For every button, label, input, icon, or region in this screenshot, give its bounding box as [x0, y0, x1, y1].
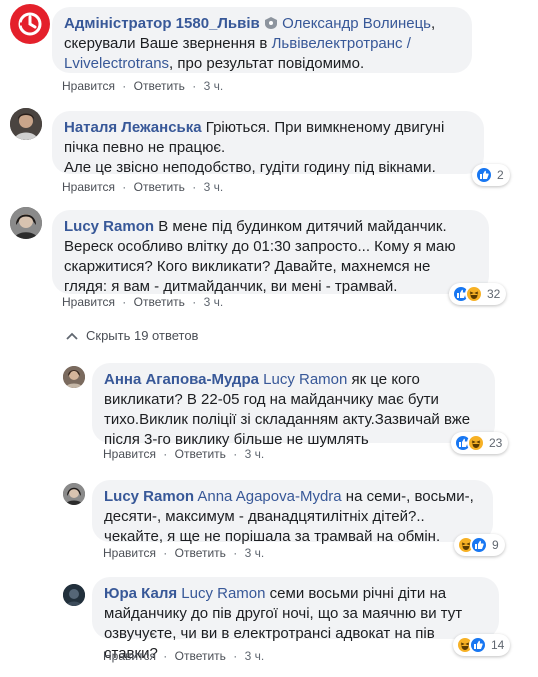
reply-link[interactable]: Ответить: [134, 78, 185, 94]
reply-link[interactable]: Ответить: [175, 446, 226, 462]
timestamp[interactable]: 3 ч.: [245, 446, 265, 462]
comment-bubble: Адміністратор 1580_Львів Олександр Волин…: [52, 7, 472, 73]
person-photo-icon: [10, 108, 42, 140]
timestamp[interactable]: 3 ч.: [245, 648, 265, 664]
hide-replies-button[interactable]: Скрыть 19 ответов: [66, 328, 198, 343]
like-link[interactable]: Нравится: [103, 648, 156, 664]
haha-reaction-icon: [465, 285, 483, 303]
reply-actions: Нравится · Ответить · 3 ч.: [103, 648, 264, 664]
comment-bubble: Lucy Ramon В мене під будинком дитячий м…: [52, 210, 489, 295]
like-reaction-icon: [470, 536, 488, 554]
separator: ·: [233, 546, 238, 560]
reactions-badge[interactable]: 23: [451, 432, 509, 454]
avatar-natalia[interactable]: [10, 108, 42, 140]
separator: ·: [192, 295, 197, 309]
separator: ·: [233, 447, 238, 461]
reaction-count: 14: [491, 638, 505, 652]
reactions-badge[interactable]: 14: [453, 634, 511, 656]
reply-author[interactable]: Lucy Ramon: [104, 488, 194, 505]
reactions-badge[interactable]: 32: [449, 283, 507, 305]
comment-mention[interactable]: Олександр Волинець: [282, 15, 431, 32]
like-link[interactable]: Нравится: [62, 179, 115, 195]
reply-author[interactable]: Анна Агапова-Мудра: [104, 371, 259, 388]
comment-text-end: , про результат повідомимо.: [169, 55, 365, 72]
separator: ·: [192, 180, 197, 194]
reply-mention[interactable]: Anna Agapova-Mydra: [197, 488, 341, 505]
reply-mention[interactable]: Lucy Ramon: [263, 371, 347, 388]
comment-bubble: Наталя Лежанська Гріються. При вимкненом…: [52, 111, 484, 176]
comment-actions: Нравится · Ответить · 3 ч.: [62, 78, 223, 94]
reply-bubble: Анна Агапова-Мудра Lucy Ramon як це кого…: [92, 363, 495, 448]
reply-bubble: Lucy Ramon Anna Agapova-Mydra на семи-, …: [92, 480, 493, 545]
comment-author[interactable]: Адміністратор 1580_Львів: [64, 15, 260, 32]
reply-author[interactable]: Юра Каля: [104, 585, 177, 602]
separator: ·: [163, 447, 168, 461]
separator: ·: [163, 649, 168, 663]
separator: ·: [192, 79, 197, 93]
reply-actions: Нравится · Ответить · 3 ч.: [103, 446, 264, 462]
separator: ·: [163, 546, 168, 560]
timestamp[interactable]: 3 ч.: [245, 545, 265, 561]
timestamp[interactable]: 3 ч.: [204, 78, 224, 94]
comment-text-line2: Але це звісно неподобство, гудіти годину…: [64, 159, 436, 176]
avatar-lucy-ramon[interactable]: [10, 207, 42, 239]
chevron-up-icon: [66, 332, 78, 340]
haha-reaction-icon: [467, 434, 485, 452]
like-reaction-icon: [475, 166, 493, 184]
avatar-lucy-ramon[interactable]: [63, 483, 85, 505]
reactions-badge[interactable]: 9: [454, 534, 505, 556]
separator: ·: [122, 180, 127, 194]
separator: ·: [233, 649, 238, 663]
avatar-admin[interactable]: [10, 4, 50, 44]
reply-link[interactable]: Ответить: [134, 294, 185, 310]
timestamp[interactable]: 3 ч.: [204, 294, 224, 310]
like-link[interactable]: Нравится: [103, 545, 156, 561]
reactions-badge[interactable]: 2: [472, 164, 510, 186]
person-photo-icon: [10, 207, 42, 239]
like-reaction-icon: [469, 636, 487, 654]
like-link[interactable]: Нравится: [103, 446, 156, 462]
comment-actions: Нравится · Ответить · 3 ч.: [62, 179, 223, 195]
reply-link[interactable]: Ответить: [175, 648, 226, 664]
timestamp[interactable]: 3 ч.: [204, 179, 224, 195]
avatar-yura-kalia[interactable]: [63, 584, 85, 606]
reaction-count: 9: [492, 538, 499, 552]
org-logo-icon: [18, 12, 42, 36]
reaction-count: 23: [489, 436, 503, 450]
reply-link[interactable]: Ответить: [175, 545, 226, 561]
person-photo-icon: [63, 584, 85, 606]
comment-author[interactable]: Lucy Ramon: [64, 218, 154, 235]
like-link[interactable]: Нравится: [62, 78, 115, 94]
verified-page-icon: [264, 17, 277, 29]
reaction-count: 32: [487, 287, 501, 301]
comment-actions: Нравится · Ответить · 3 ч.: [62, 294, 223, 310]
reply-mention[interactable]: Lucy Ramon: [181, 585, 265, 602]
separator: ·: [122, 79, 127, 93]
person-photo-icon: [63, 483, 85, 505]
avatar-anna[interactable]: [63, 366, 85, 388]
reply-bubble: Юра Каля Lucy Ramon семи восьми річні ді…: [92, 577, 499, 662]
person-photo-icon: [63, 366, 85, 388]
hide-replies-label: Скрыть 19 ответов: [86, 328, 199, 343]
reply-actions: Нравится · Ответить · 3 ч.: [103, 545, 264, 561]
comment-author[interactable]: Наталя Лежанська: [64, 119, 202, 136]
separator: ·: [122, 295, 127, 309]
reply-link[interactable]: Ответить: [134, 179, 185, 195]
like-link[interactable]: Нравится: [62, 294, 115, 310]
reaction-count: 2: [497, 168, 504, 182]
